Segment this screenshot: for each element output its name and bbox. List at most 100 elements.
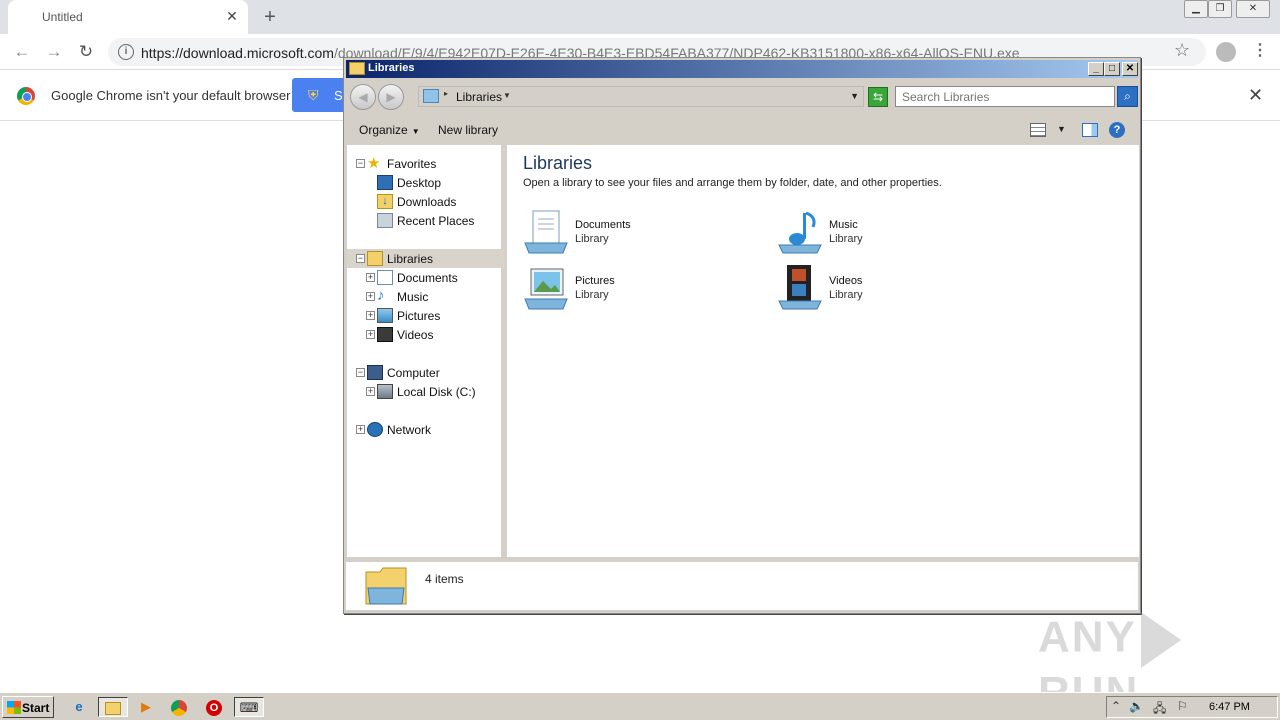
tree-label: Downloads — [397, 195, 457, 209]
site-info-icon[interactable]: i — [118, 44, 134, 60]
start-label: Start — [22, 701, 50, 715]
app-taskbar-icon[interactable]: ⌨ — [234, 697, 264, 717]
library-name: Music — [829, 219, 858, 231]
media-player-icon[interactable]: ▶ — [135, 697, 157, 717]
tree-label: Network — [387, 423, 432, 437]
tree-item-videos[interactable]: + Videos — [347, 325, 504, 344]
new-tab-button[interactable]: + — [258, 5, 282, 29]
uac-shield-icon: ⛨ — [308, 87, 319, 103]
library-item-pictures[interactable]: Pictures Library — [523, 263, 763, 315]
profile-avatar-icon[interactable] — [1216, 42, 1236, 62]
explorer-back-button[interactable]: ◀ — [350, 84, 376, 110]
show-hidden-icons-icon[interactable]: ⌃ — [1111, 699, 1121, 713]
help-icon[interactable]: ? — [1109, 122, 1125, 138]
organize-button[interactable]: Organize ▼ — [359, 123, 420, 137]
tree-item-desktop[interactable]: Desktop — [347, 173, 504, 192]
play-logo-icon — [1140, 612, 1181, 668]
content-heading: Libraries — [523, 153, 593, 173]
tree-label: Pictures — [397, 309, 441, 323]
tree-item-computer[interactable]: − Computer — [347, 363, 504, 382]
library-item-documents[interactable]: Documents Library — [523, 207, 763, 259]
library-item-videos[interactable]: Videos Library — [777, 263, 1017, 315]
expand-icon[interactable]: + — [366, 387, 375, 396]
clock[interactable]: 6:47 PM — [1209, 701, 1250, 713]
infobar-close-icon[interactable]: ✕ — [1248, 85, 1263, 106]
explorer-search-box[interactable] — [895, 86, 1115, 107]
pictures-library-icon — [524, 268, 568, 310]
tree-item-documents[interactable]: + Documents — [347, 268, 504, 287]
browser-tab[interactable]: Untitled ✕ — [8, 0, 248, 34]
breadcrumb-dropdown-icon[interactable]: ▼ — [503, 91, 511, 100]
change-view-icon[interactable] — [1030, 123, 1046, 137]
expand-icon[interactable]: + — [356, 425, 365, 434]
tree-item-network[interactable]: + Network — [347, 420, 504, 439]
tree-item-libraries[interactable]: − Libraries — [347, 249, 504, 268]
tree-item-pictures[interactable]: + Pictures — [347, 306, 504, 325]
opera-icon[interactable]: O — [203, 697, 225, 717]
tab-close-icon[interactable]: ✕ — [224, 8, 240, 24]
tree-label: Local Disk (C:) — [397, 385, 476, 399]
explorer-address-row: ◀ ▶ ▸ Libraries ▼ ▼ ⇆ ⌕ — [346, 80, 1138, 112]
tree-label: Libraries — [387, 252, 434, 266]
library-item-music[interactable]: Music Library — [777, 207, 1017, 259]
explorer-forward-button[interactable]: ▶ — [378, 84, 404, 110]
browser-close-button[interactable]: ✕ — [1236, 0, 1270, 18]
bookmark-star-icon[interactable]: ☆ — [1174, 40, 1190, 61]
reload-icon[interactable]: ↻ — [74, 40, 98, 64]
explorer-taskbar-icon[interactable] — [98, 697, 128, 717]
expand-icon[interactable]: + — [366, 273, 375, 282]
new-library-button[interactable]: New library — [438, 123, 498, 137]
tree-item-local-disk[interactable]: + Local Disk (C:) — [347, 382, 504, 401]
expand-icon[interactable]: + — [366, 330, 375, 339]
collapse-icon[interactable]: − — [356, 159, 365, 168]
collapse-icon[interactable]: − — [356, 254, 365, 263]
explorer-close-button[interactable]: ✕ — [1122, 62, 1138, 76]
browser-minimize-button[interactable]: ▁ — [1184, 0, 1208, 18]
breadcrumb-libraries[interactable]: Libraries — [456, 90, 502, 104]
libraries-icon — [423, 89, 439, 103]
explorer-search-input[interactable] — [896, 87, 1114, 106]
start-button[interactable]: Start — [2, 696, 54, 718]
search-icon[interactable]: ⌕ — [1117, 86, 1138, 107]
collapse-icon[interactable]: − — [356, 368, 365, 377]
view-options-dropdown-icon[interactable]: ▼ — [1057, 124, 1066, 134]
tree-item-favorites[interactable]: − ★ Favorites — [347, 154, 504, 173]
library-type: Library — [575, 233, 609, 245]
music-library-icon — [778, 211, 822, 254]
details-pane: 4 items — [346, 560, 1138, 610]
internet-explorer-icon[interactable]: e — [68, 697, 90, 717]
expand-icon[interactable]: + — [366, 311, 375, 320]
tree-item-recent-places[interactable]: Recent Places — [347, 211, 504, 230]
tree-item-music[interactable]: + ♪ Music — [347, 287, 504, 306]
address-history-dropdown-icon[interactable]: ▼ — [850, 91, 859, 101]
breadcrumb-separator-icon[interactable]: ▸ — [444, 89, 448, 98]
videos-library-icon — [778, 265, 822, 310]
browser-menu-icon[interactable]: ⋮ — [1252, 40, 1268, 60]
set-default-label: S — [334, 88, 343, 103]
library-type: Library — [829, 233, 863, 245]
expand-icon[interactable]: + — [366, 292, 375, 301]
action-center-flag-icon[interactable]: ⚐ — [1177, 699, 1188, 713]
explorer-minimize-button[interactable]: _ — [1088, 62, 1104, 76]
libraries-folder-icon — [349, 62, 365, 75]
library-type: Library — [575, 289, 609, 301]
browser-restore-button[interactable]: ❐ — [1208, 0, 1232, 18]
documents-library-icon — [524, 210, 568, 254]
tab-title: Untitled — [42, 10, 83, 24]
desktop-icon — [377, 175, 393, 190]
forward-icon[interactable]: → — [42, 40, 66, 64]
pictures-icon — [377, 308, 393, 323]
library-name: Videos — [829, 275, 863, 287]
refresh-icon[interactable]: ⇆ — [868, 87, 888, 107]
explorer-address-bar[interactable]: ▸ Libraries ▼ ▼ — [418, 86, 864, 107]
preview-pane-icon[interactable] — [1082, 123, 1098, 137]
network-tray-icon[interactable]: 🖧 — [1153, 699, 1166, 720]
explorer-maximize-button[interactable]: □ — [1104, 62, 1120, 76]
content-subtitle: Open a library to see your files and arr… — [523, 177, 942, 189]
volume-icon[interactable]: 🔈 — [1129, 699, 1144, 713]
back-icon[interactable]: ← — [10, 40, 34, 64]
explorer-title-bar[interactable]: Libraries _ □ ✕ — [346, 60, 1138, 78]
chrome-taskbar-icon[interactable] — [168, 697, 190, 717]
taskbar: Start e ▶ O ⌨ ⌃ 🔈 🖧 ⚐ 6:47 PM — [0, 692, 1280, 720]
tree-item-downloads[interactable]: ↓ Downloads — [347, 192, 504, 211]
